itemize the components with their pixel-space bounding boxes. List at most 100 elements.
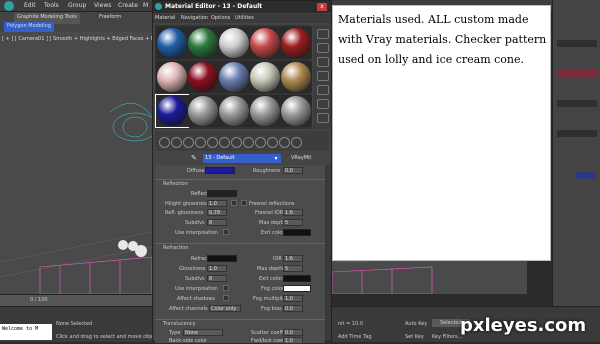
sample-slot[interactable] [280, 27, 312, 59]
panel-field[interactable] [557, 100, 597, 107]
ribbon-tab-freeform[interactable]: Freeform [96, 13, 124, 24]
menu-navigation[interactable]: Navigation [181, 15, 208, 21]
go-forward-icon[interactable] [291, 137, 302, 148]
material-sphere [281, 28, 311, 58]
refr-subdivs-field[interactable]: 8 [207, 275, 227, 282]
menu-views[interactable]: Views [94, 2, 111, 9]
fresnel-ior-field[interactable]: 1.6 [283, 209, 303, 216]
sample-type-icon[interactable] [317, 29, 329, 39]
sample-slot[interactable] [187, 61, 219, 93]
sample-slot[interactable] [218, 27, 250, 59]
put-to-library-icon[interactable] [231, 137, 242, 148]
panel-color-field[interactable] [557, 70, 597, 77]
refl-use-interp-checkbox[interactable] [223, 229, 229, 235]
chevron-down-icon[interactable]: ▾ [271, 154, 281, 163]
copy-material-icon[interactable] [207, 137, 218, 148]
menu-m[interactable]: M [143, 2, 148, 9]
reflect-color-swatch[interactable] [207, 190, 237, 197]
refr-exit-color-swatch[interactable] [283, 275, 311, 282]
assign-to-selection-icon[interactable] [183, 137, 194, 148]
go-to-parent-icon[interactable] [279, 137, 290, 148]
sample-slot[interactable] [187, 95, 219, 127]
roughness-field[interactable]: 0.0 [283, 167, 303, 174]
get-material-icon[interactable] [159, 137, 170, 148]
uv-tiling-icon[interactable] [317, 71, 329, 81]
maxscript-listener[interactable]: Welcome to M [0, 324, 52, 340]
sample-slot[interactable] [156, 27, 188, 59]
show-end-result-icon[interactable] [267, 137, 278, 148]
affect-channels-dropdown[interactable]: Color only [209, 305, 241, 312]
sample-slot[interactable] [218, 61, 250, 93]
sample-slot[interactable] [218, 95, 250, 127]
timeline-frame: 0 / 100 [30, 297, 48, 303]
material-sphere [281, 96, 311, 126]
options-icon[interactable] [317, 113, 329, 123]
translucency-header[interactable]: Translucency [163, 321, 195, 327]
reset-map-icon[interactable] [195, 137, 206, 148]
fog-multiplier-field[interactable]: 1.0 [283, 295, 303, 302]
refr-max-depth-field[interactable]: 5 [283, 265, 303, 272]
viewport-left[interactable] [0, 32, 152, 294]
menu-options[interactable]: Options [211, 15, 230, 21]
scatter-coeff-field[interactable]: 0.0 [283, 329, 303, 336]
add-time-tag[interactable]: Add Time Tag [338, 334, 372, 340]
material-name-field[interactable]: 13 - Default [203, 154, 281, 163]
sample-slot[interactable] [156, 61, 188, 93]
sample-slot[interactable] [249, 61, 281, 93]
menu-utilities[interactable]: Utilities [235, 15, 254, 21]
auto-key-button[interactable]: Auto Key [405, 321, 427, 327]
diffuse-color-swatch[interactable] [205, 167, 235, 174]
key-filters-button[interactable]: Key Filters... [432, 334, 462, 340]
panel-swatch[interactable] [575, 172, 595, 179]
make-preview-icon[interactable] [317, 99, 329, 109]
params-scrollbar[interactable] [325, 165, 331, 341]
affect-shadows-checkbox[interactable] [223, 295, 229, 301]
set-key-button[interactable]: Set Key [405, 334, 424, 340]
fog-color-swatch[interactable] [283, 285, 311, 292]
refraction-header[interactable]: Refraction [163, 245, 189, 251]
material-editor-titlebar[interactable]: Material Editor - 13 - Default x [153, 1, 331, 13]
sample-slot[interactable] [280, 61, 312, 93]
video-check-icon[interactable] [317, 85, 329, 95]
refr-gloss-field[interactable]: 1.0 [207, 265, 227, 272]
refl-subdivs-field[interactable]: 8 [207, 219, 227, 226]
refr-use-interp-checkbox[interactable] [223, 285, 229, 291]
menu-edit[interactable]: Edit [24, 2, 36, 9]
refl-exit-color-swatch[interactable] [283, 229, 311, 236]
close-icon[interactable]: x [317, 3, 327, 11]
reflection-header[interactable]: Reflection [163, 181, 188, 187]
hilight-glossiness-field[interactable]: 1.0 [207, 200, 227, 207]
scatter-coeff-label: Scatter coeff [251, 330, 283, 336]
sample-slot[interactable] [187, 27, 219, 59]
put-to-scene-icon[interactable] [171, 137, 182, 148]
menu-create[interactable]: Create [118, 2, 138, 9]
translucency-type-dropdown[interactable]: None [183, 329, 223, 336]
sample-slot[interactable] [155, 94, 189, 128]
panel-field[interactable] [557, 40, 597, 47]
menu-group[interactable]: Group [68, 2, 86, 9]
refl-glossiness-field[interactable]: 0.78 [207, 209, 227, 216]
refl-max-depth-field[interactable]: 5 [283, 219, 303, 226]
fresnel-checkbox[interactable] [241, 200, 247, 206]
background-icon[interactable] [317, 57, 329, 67]
material-id-icon[interactable] [243, 137, 254, 148]
menu-tools[interactable]: Tools [44, 2, 59, 9]
viewport-label[interactable]: [ + ] [ Camera01 ] [ Smooth + Highlights… [2, 36, 160, 42]
fwd-bck-coeff-field[interactable]: 1.0 [283, 337, 303, 344]
show-map-icon[interactable] [255, 137, 266, 148]
app-logo-icon[interactable] [4, 1, 14, 11]
panel-field[interactable] [557, 130, 597, 137]
menu-material[interactable]: Material [155, 15, 175, 21]
ior-field[interactable]: 1.6 [283, 255, 303, 262]
make-unique-icon[interactable] [219, 137, 230, 148]
sample-slot[interactable] [249, 27, 281, 59]
timeline[interactable]: 0 / 100 [0, 294, 152, 306]
sample-slot[interactable] [249, 95, 281, 127]
fog-bias-field[interactable]: 0.0 [283, 305, 303, 312]
backlight-icon[interactable] [317, 43, 329, 53]
sample-slot[interactable] [280, 95, 312, 127]
material-type-button[interactable]: VRayMtl [291, 155, 311, 161]
refract-color-swatch[interactable] [207, 255, 237, 262]
eyedropper-icon[interactable]: ✎ [191, 154, 200, 163]
hilight-lock-checkbox[interactable] [231, 200, 237, 206]
